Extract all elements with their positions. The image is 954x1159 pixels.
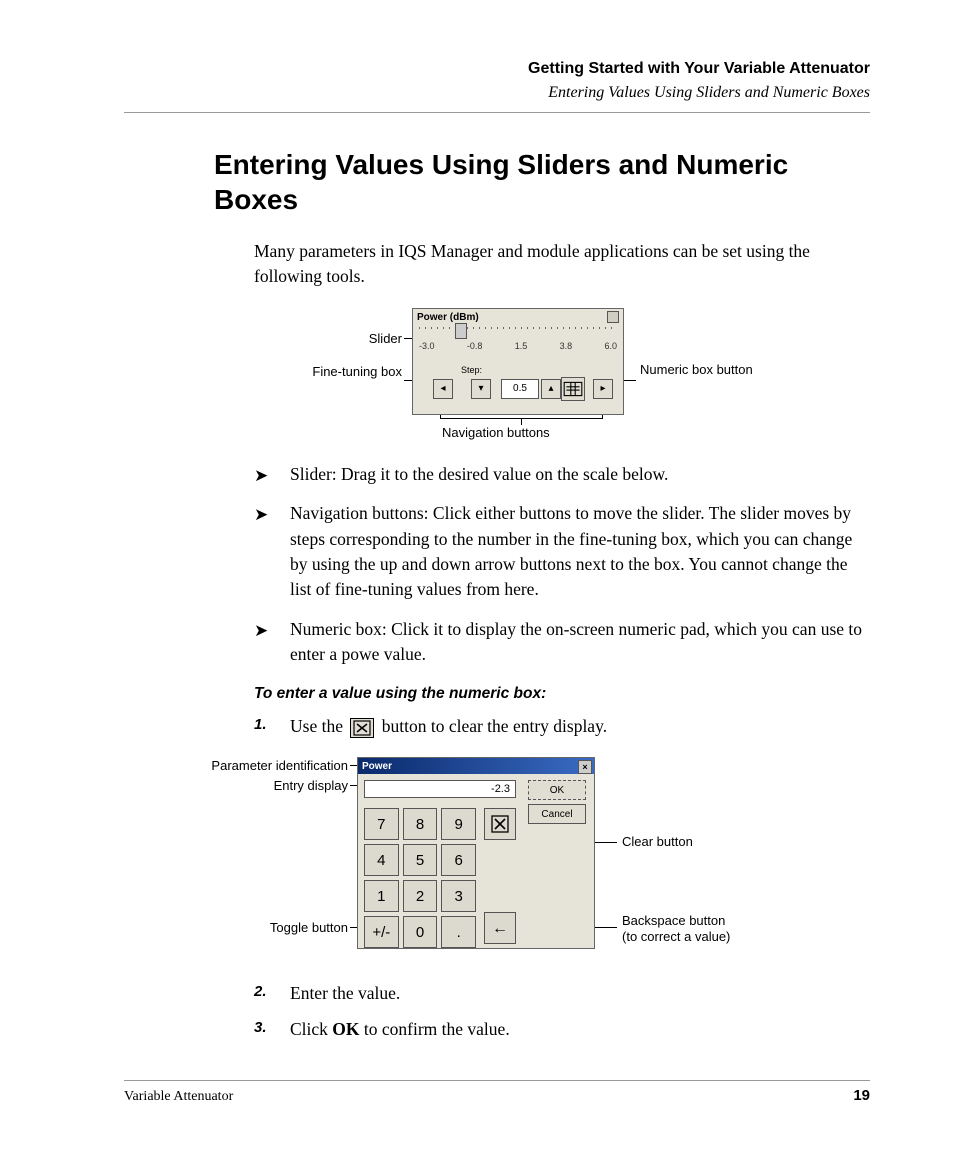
step-item: 3.Click OK to confirm the value.	[254, 1017, 870, 1042]
bullet-item: Slider: Drag it to the desired value on …	[254, 462, 870, 487]
callout-numeric-box: Numeric box button	[640, 362, 740, 378]
slider-panel: Power (dBm) -3.0-0.81.53.86.0 Step: ◂ ▾ …	[412, 308, 624, 415]
callout-toggle: Toggle button	[172, 919, 348, 938]
key-8[interactable]: 8	[403, 808, 438, 840]
clear-button[interactable]	[484, 808, 516, 840]
bullet-item: Numeric box: Click it to display the on-…	[254, 617, 870, 668]
footer-product: Variable Attenuator	[124, 1089, 233, 1105]
key-0[interactable]: 0	[403, 916, 438, 948]
page-number: 19	[853, 1087, 870, 1104]
maximize-icon[interactable]	[607, 311, 619, 323]
callout-param-id: Parameter identification	[172, 757, 348, 776]
callout-entry: Entry display	[172, 777, 348, 796]
nav-left-button[interactable]: ◂	[433, 379, 453, 399]
key-1[interactable]: 1	[364, 880, 399, 912]
key-dot[interactable]: .	[441, 916, 476, 948]
step-item: 1. Use the button to clear the entry dis…	[254, 714, 870, 739]
key-7[interactable]: 7	[364, 808, 399, 840]
callout-navigation: Navigation buttons	[442, 424, 550, 443]
step-item: 2.Enter the value.	[254, 981, 870, 1006]
fine-tuning-value[interactable]: 0.5	[501, 379, 539, 399]
panel-title: Power (dBm)	[417, 312, 479, 323]
chapter-title: Getting Started with Your Variable Atten…	[124, 60, 870, 78]
step-label: Step:	[461, 365, 482, 375]
bullet-list: Slider: Drag it to the desired value on …	[254, 462, 870, 668]
entry-display[interactable]: -2.3	[364, 780, 516, 798]
nav-right-button[interactable]: ▸	[593, 379, 613, 399]
callout-fine-tuning: Fine-tuning box	[302, 364, 402, 380]
page-title: Entering Values Using Sliders and Numeri…	[214, 147, 870, 217]
key-4[interactable]: 4	[364, 844, 399, 876]
step-down-button[interactable]: ▾	[471, 379, 491, 399]
ok-button[interactable]: OK	[528, 780, 586, 800]
step-up-button[interactable]: ▴	[541, 379, 561, 399]
titlebar[interactable]: Power×	[358, 758, 594, 774]
procedure-steps: 1. Use the button to clear the entry dis…	[254, 714, 870, 739]
callout-backspace: Backspace button(to correct a value)	[622, 913, 730, 946]
cancel-button[interactable]: Cancel	[528, 804, 586, 824]
numeric-pad-figure: Parameter identification Entry display T…	[182, 757, 822, 957]
slider-track[interactable]	[419, 327, 617, 329]
slider-thumb[interactable]	[455, 323, 467, 339]
key-5[interactable]: 5	[403, 844, 438, 876]
key-6[interactable]: 6	[441, 844, 476, 876]
running-header: Getting Started with Your Variable Atten…	[124, 60, 870, 113]
keypad: 7 8 9 4 5 6 1 2 3 +/- 0 .	[364, 808, 476, 948]
procedure-steps-cont: 2.Enter the value. 3.Click OK to confirm…	[254, 981, 870, 1042]
page-footer: Variable Attenuator 19	[124, 1073, 870, 1105]
bullet-item: Navigation buttons: Click either buttons…	[254, 501, 870, 603]
callout-clear: Clear button	[622, 833, 693, 852]
slider-scale: -3.0-0.81.53.86.0	[419, 341, 617, 361]
section-subtitle: Entering Values Using Sliders and Numeri…	[124, 84, 870, 102]
callout-slider: Slider	[302, 330, 402, 349]
procedure-title: To enter a value using the numeric box:	[254, 683, 870, 705]
numeric-box-button[interactable]	[561, 377, 585, 401]
close-icon[interactable]: ×	[578, 760, 592, 774]
key-3[interactable]: 3	[441, 880, 476, 912]
key-toggle-sign[interactable]: +/-	[364, 916, 399, 948]
clear-icon	[350, 718, 374, 738]
key-9[interactable]: 9	[441, 808, 476, 840]
key-2[interactable]: 2	[403, 880, 438, 912]
numeric-pad-window: Power× -2.3 OK Cancel 7 8 9 4 5 6 1 2 3 …	[357, 757, 595, 949]
slider-figure: Slider Fine-tuning box Numeric box butto…	[312, 308, 812, 438]
lead-paragraph: Many parameters in IQS Manager and modul…	[254, 239, 870, 290]
backspace-button[interactable]: ←	[484, 912, 516, 944]
